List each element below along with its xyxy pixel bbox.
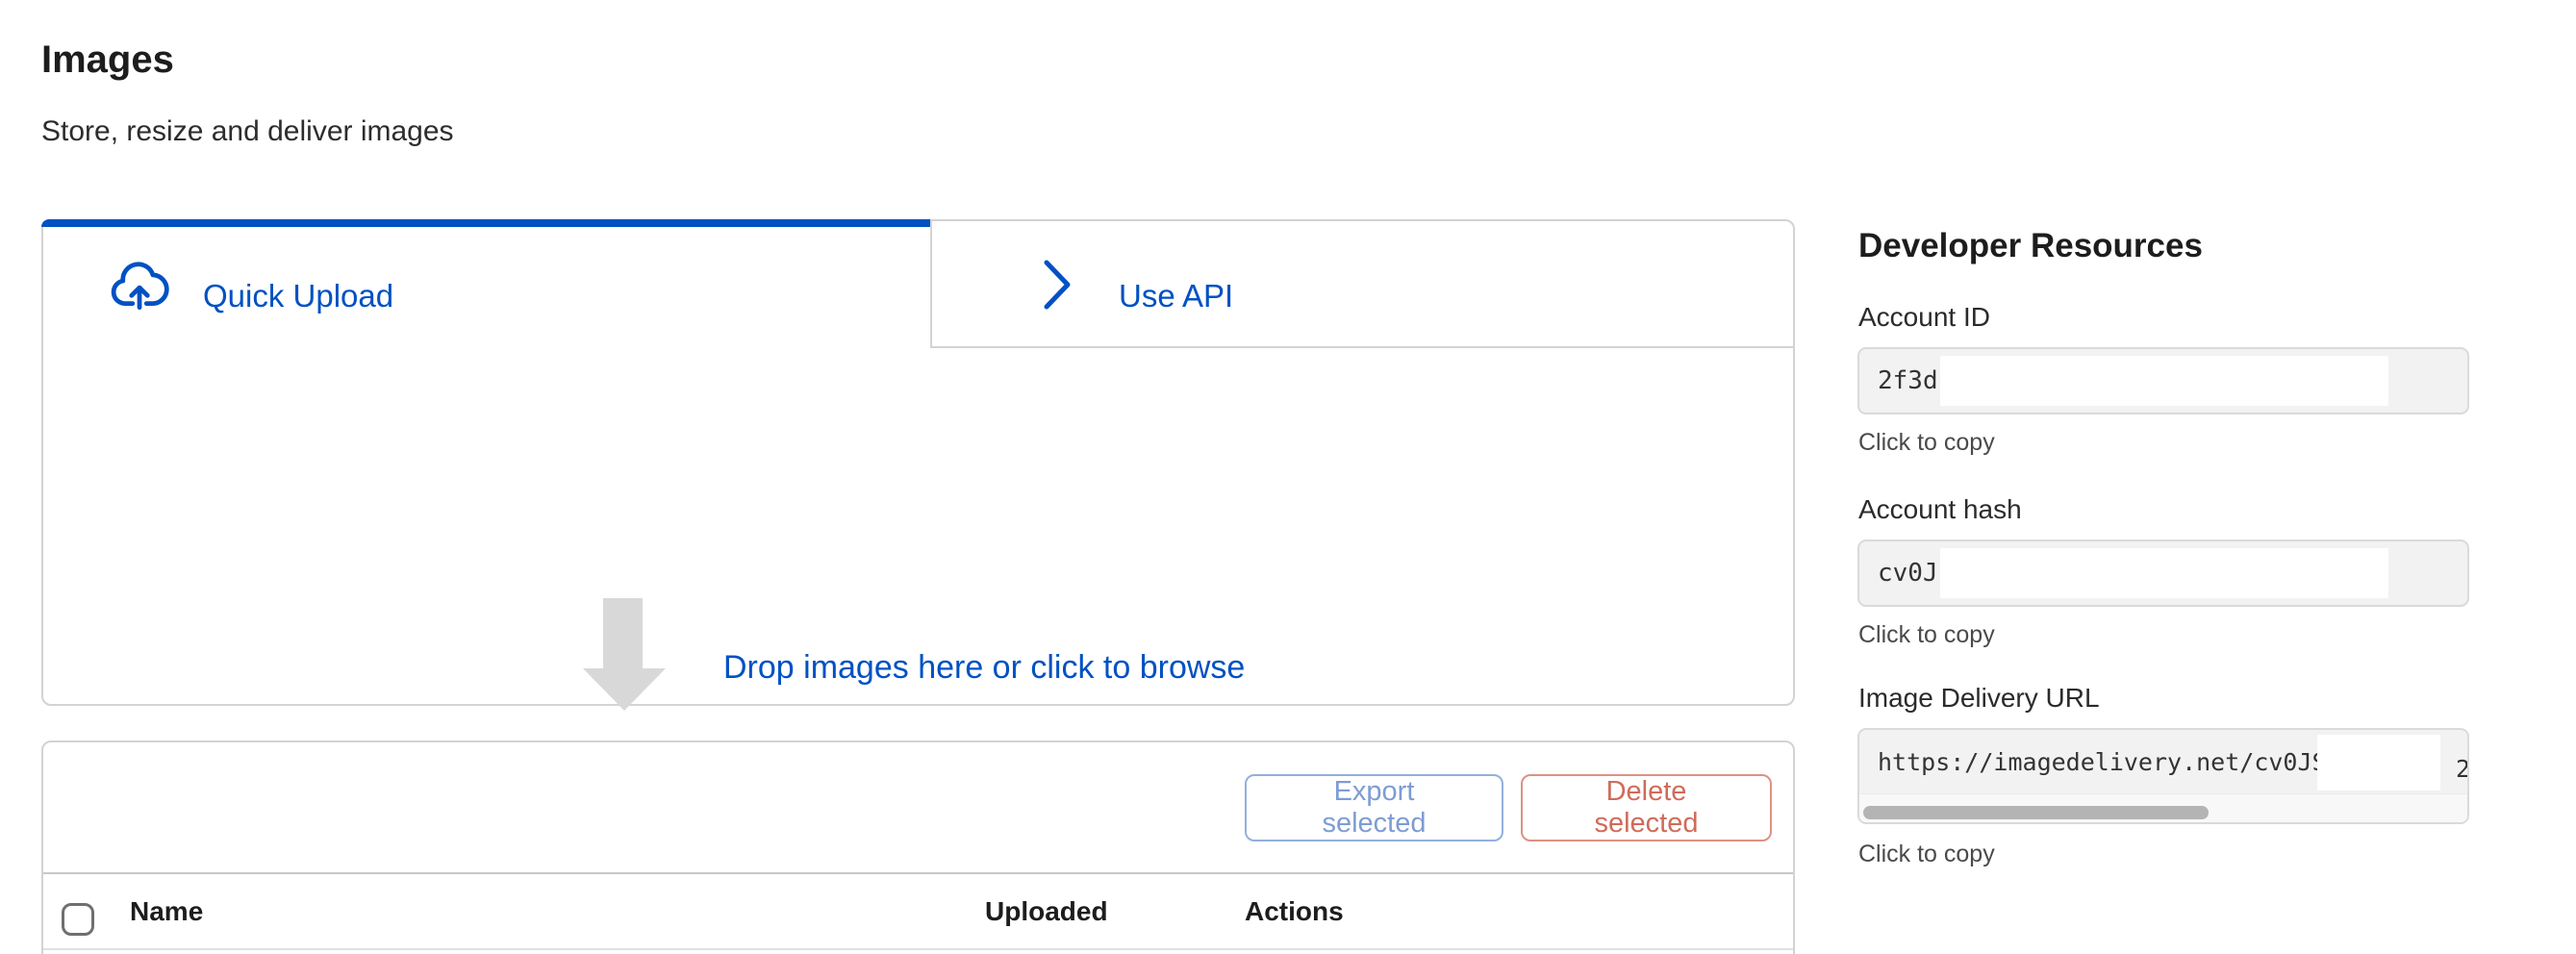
column-header-actions: Actions bbox=[1245, 896, 1344, 927]
images-page: Images Store, resize and deliver images … bbox=[0, 0, 2576, 954]
column-header-name: Name bbox=[130, 896, 203, 927]
table-header-row: Name Uploaded Actions bbox=[43, 874, 1793, 948]
select-all-checkbox[interactable] bbox=[62, 903, 94, 936]
account-hash-value-box[interactable]: cv0J bbox=[1857, 540, 2469, 607]
tab-use-api-label: Use API bbox=[1119, 278, 1233, 314]
image-delivery-url-value: https://imagedelivery.net/cv0JSj bbox=[1878, 730, 2341, 793]
tab-quick-upload[interactable]: Quick Upload bbox=[43, 221, 930, 346]
tab-use-api[interactable]: Use API bbox=[932, 221, 1793, 346]
export-selected-button[interactable]: Export selected bbox=[1245, 774, 1503, 841]
account-hash-copy-hint: Click to copy bbox=[1858, 621, 1995, 649]
account-id-redaction bbox=[1940, 356, 2388, 406]
down-arrow-icon bbox=[583, 598, 666, 716]
image-dropzone[interactable]: Drop images here or click to browse bbox=[43, 348, 1793, 704]
developer-resources-heading: Developer Resources bbox=[1858, 227, 2203, 265]
cloud-upload-icon bbox=[108, 261, 169, 315]
chevron-right-icon bbox=[1042, 258, 1074, 316]
tab-quick-upload-label: Quick Upload bbox=[203, 278, 393, 314]
header-row-border bbox=[43, 948, 1793, 950]
page-subtitle: Store, resize and deliver images bbox=[41, 115, 454, 148]
upload-card: Quick Upload Use API Drop images here or… bbox=[41, 219, 1795, 706]
images-table-card: Export selected Delete selected Name Upl… bbox=[41, 741, 1795, 954]
account-hash-value: cv0J bbox=[1878, 541, 1938, 605]
image-delivery-url-clipped-char: 2 bbox=[2456, 747, 2469, 791]
account-id-label: Account ID bbox=[1858, 302, 1990, 333]
account-hash-redaction bbox=[1940, 548, 2388, 598]
account-hash-label: Account hash bbox=[1858, 494, 2022, 525]
image-delivery-url-label: Image Delivery URL bbox=[1858, 683, 2100, 714]
image-delivery-url-redaction bbox=[2317, 735, 2440, 791]
url-scrollbar-thumb[interactable] bbox=[1863, 806, 2209, 819]
account-id-value-box[interactable]: 2f3d bbox=[1857, 347, 2469, 414]
image-delivery-url-value-box[interactable]: https://imagedelivery.net/cv0JSj 2 bbox=[1857, 728, 2469, 824]
account-id-copy-hint: Click to copy bbox=[1858, 429, 1995, 457]
image-delivery-url-copy-hint: Click to copy bbox=[1858, 841, 1995, 868]
delete-selected-button[interactable]: Delete selected bbox=[1521, 774, 1772, 841]
page-title: Images bbox=[41, 38, 174, 82]
column-header-uploaded: Uploaded bbox=[985, 896, 1108, 927]
account-id-value: 2f3d bbox=[1878, 349, 1938, 413]
dropzone-label: Drop images here or click to browse bbox=[723, 649, 1245, 687]
